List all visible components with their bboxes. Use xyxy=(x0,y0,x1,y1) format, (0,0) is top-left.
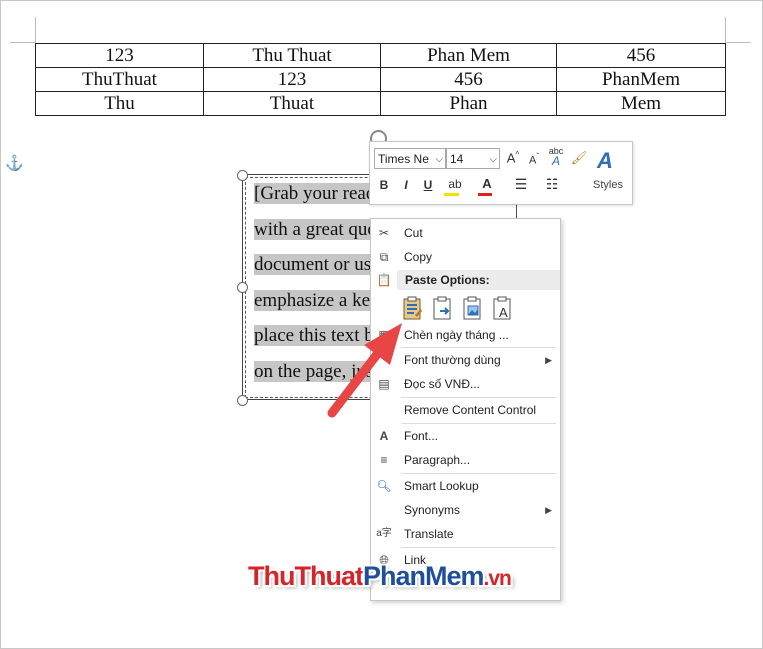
italic-button[interactable]: I xyxy=(398,178,414,192)
font-size-select[interactable]: 14 ⌵ xyxy=(446,148,500,169)
menu-item-label: Đọc số VNĐ... xyxy=(404,377,481,391)
font-icon: A xyxy=(379,429,389,443)
font-size-value: 14 xyxy=(450,152,464,166)
table-cell[interactable]: 123 xyxy=(203,67,381,92)
table-row: ThuThuat 123 456 PhanMem xyxy=(35,67,726,92)
menu-separator xyxy=(401,397,556,398)
menu-item-label: Font... xyxy=(404,429,439,443)
underline-button[interactable]: U xyxy=(420,178,436,192)
menu-item-label: Chèn ngày tháng ... xyxy=(404,328,509,342)
paste-merge-formatting-icon[interactable] xyxy=(431,295,453,321)
menu-item-label: Paragraph... xyxy=(404,453,471,467)
submenu-arrow-icon: ▶ xyxy=(545,355,552,365)
watermark-part: PhanMem xyxy=(362,561,485,591)
menu-item-label: Font thường dùng xyxy=(404,353,501,367)
font-color-letter: A xyxy=(482,176,492,191)
submenu-arrow-icon: ▶ xyxy=(545,505,552,515)
copy-icon: ⧉ xyxy=(379,250,389,264)
watermark-part: .vn xyxy=(483,567,512,590)
format-painter-icon[interactable]: 🖌 xyxy=(570,150,588,166)
menu-item-paragraph[interactable]: ≡ Paragraph... xyxy=(371,450,560,470)
menu-item-label: Cut xyxy=(404,226,423,240)
highlight-color-button[interactable]: ab xyxy=(442,176,468,196)
table-cell[interactable]: ThuThuat xyxy=(35,67,204,92)
menu-item-smart-lookup[interactable]: 🔍︎ Smart Lookup xyxy=(371,476,560,496)
annotation-arrow-icon xyxy=(327,323,402,418)
table-row: Thu Thuat Phan Mem xyxy=(35,91,726,116)
table-cell[interactable]: Phan Mem xyxy=(380,43,557,68)
bullets-icon[interactable]: ☰ xyxy=(509,176,533,193)
svg-text:A: A xyxy=(499,305,508,320)
menu-item-label: Synonyms xyxy=(404,503,461,517)
menu-separator xyxy=(401,547,556,548)
mini-toolbar: Times Ne ⌵ 14 ⌵ A^ Aˇ abc A 🖌 A Styles B I … xyxy=(369,141,633,205)
margin-guide-top xyxy=(10,42,35,43)
chevron-down-icon: ⌵ xyxy=(435,154,443,165)
margin-guide-top-right xyxy=(725,42,751,43)
menu-separator xyxy=(401,347,556,348)
paragraph-icon: ≡ xyxy=(380,453,388,467)
table-cell[interactable]: 456 xyxy=(380,67,557,92)
table-cell[interactable]: 456 xyxy=(556,43,726,68)
anchor-icon[interactable]: ⚓ xyxy=(5,154,24,172)
watermark-part: ThuThuat xyxy=(248,561,364,591)
table-row: 123 Thu Thuat Phan Mem 456 xyxy=(35,43,726,68)
styles-label: Styles xyxy=(593,179,623,191)
menu-item-label: Smart Lookup xyxy=(404,479,479,493)
bold-button[interactable]: B xyxy=(376,178,392,192)
menu-item-translate[interactable]: a字 Translate xyxy=(371,524,560,544)
translate-icon: a字 xyxy=(376,528,392,539)
font-name-value: Times Ne xyxy=(378,152,429,166)
scissors-icon: ✂ xyxy=(378,226,390,240)
table-cell[interactable]: Phan xyxy=(380,91,557,116)
grow-font-button[interactable]: A^ xyxy=(504,150,522,165)
paste-text-only-icon[interactable]: A xyxy=(491,295,513,321)
menu-separator xyxy=(401,423,556,424)
resize-handle-middle-left[interactable] xyxy=(237,282,248,293)
search-icon: 🔍︎ xyxy=(376,479,392,493)
clipboard-icon: 📋 xyxy=(376,273,392,287)
table-cell[interactable]: 123 xyxy=(35,43,204,68)
menu-item-font[interactable]: A Font... xyxy=(371,426,560,446)
highlight-color-swatch xyxy=(444,193,459,196)
font-color-swatch xyxy=(478,193,492,196)
styles-icon: A xyxy=(597,148,613,173)
margin-guide-left xyxy=(35,17,36,43)
menu-item-copy[interactable]: ⧉ Copy xyxy=(371,247,560,267)
font-color-button[interactable]: A xyxy=(474,176,500,196)
paste-options-header: 📋 Paste Options: xyxy=(377,270,560,290)
menu-separator xyxy=(401,473,556,474)
paste-picture-icon[interactable] xyxy=(461,295,483,321)
resize-handle-bottom-left[interactable] xyxy=(237,395,248,406)
styles-button[interactable]: A Styles xyxy=(592,146,628,200)
chevron-down-icon: ⌵ xyxy=(489,154,497,165)
menu-header-label: Paste Options: xyxy=(405,273,490,287)
margin-guide-right xyxy=(725,17,726,43)
watermark-logo: ThuThuatPhanMem.vn xyxy=(248,561,512,592)
table-cell[interactable]: Thu xyxy=(35,91,204,116)
numbering-icon[interactable]: ☷ xyxy=(540,176,564,193)
change-case-button[interactable]: abc A xyxy=(546,146,566,167)
highlighter-icon: ab xyxy=(448,177,462,191)
table-cell[interactable]: Mem xyxy=(556,91,726,116)
resize-handle-top-left[interactable] xyxy=(237,170,248,181)
table-cell[interactable]: Thuat xyxy=(203,91,381,116)
table-cell[interactable]: PhanMem xyxy=(556,67,726,92)
menu-item-label: Copy xyxy=(404,250,433,264)
shrink-font-button[interactable]: Aˇ xyxy=(526,152,542,167)
table-cell[interactable]: Thu Thuat xyxy=(203,43,381,68)
menu-item-label: Translate xyxy=(404,527,454,541)
menu-item-cut[interactable]: ✂ Cut xyxy=(371,223,560,243)
menu-item-synonyms[interactable]: Synonyms ▶ xyxy=(371,500,560,520)
menu-item-label: Remove Content Control xyxy=(404,403,537,417)
font-name-select[interactable]: Times Ne ⌵ xyxy=(374,148,446,169)
document-table: 123 Thu Thuat Phan Mem 456 ThuThuat 123 … xyxy=(35,43,726,116)
